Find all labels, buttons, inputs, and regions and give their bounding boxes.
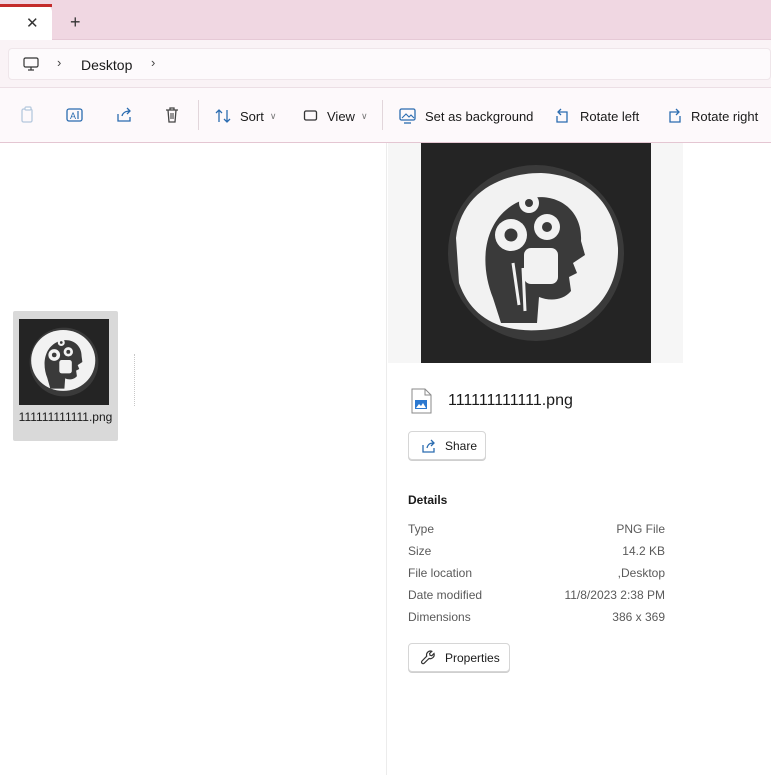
rename-icon[interactable]: A (66, 106, 84, 124)
details-heading: Details (408, 493, 448, 507)
active-tab[interactable]: ✕ (0, 4, 52, 40)
detail-row-size: Size 14.2 KB (408, 544, 665, 562)
breadcrumb-item-desktop[interactable]: Desktop (81, 57, 132, 73)
share-button[interactable]: Share (408, 431, 486, 460)
chevron-down-icon: ∨ (269, 110, 277, 121)
rotate-right-label: Rotate right (691, 108, 759, 124)
new-tab-icon[interactable]: + (70, 13, 81, 31)
chevron-down-icon: ∨ (360, 110, 368, 121)
set-as-background-label: Set as background (425, 108, 534, 124)
share-label: Share (445, 438, 478, 453)
detail-value[interactable]: ,Desktop (618, 566, 665, 580)
detail-value: PNG File (616, 522, 665, 536)
detail-value: 386 x 369 (612, 610, 665, 624)
detail-label: Date modified (408, 588, 483, 602)
toolbar-divider (198, 100, 199, 130)
wrench-icon (420, 650, 435, 665)
file-list-pane[interactable]: 111111111111.png (0, 143, 386, 775)
copy-icon[interactable] (19, 106, 37, 124)
share-icon[interactable] (115, 106, 133, 124)
pc-icon[interactable] (23, 57, 39, 71)
view-label: View (327, 108, 355, 124)
rotate-right-button[interactable]: Rotate right (665, 104, 758, 128)
image-file-icon (411, 388, 432, 414)
rotate-left-icon (556, 108, 568, 123)
detail-label: Size (408, 544, 432, 558)
set-as-background-button[interactable]: Set as background (399, 104, 533, 128)
head-gears-thumbnail-image (19, 319, 109, 405)
sort-label: Sort (240, 108, 264, 124)
command-bar: A Sort ∨ View ∨ Set as background Rotate… (0, 88, 771, 143)
file-item[interactable]: 111111111111.png (13, 311, 118, 441)
preview-file-name: 111111111111.png (448, 392, 573, 409)
pane-divider[interactable] (386, 143, 387, 775)
toolbar-divider (382, 100, 383, 130)
detail-value: 11/8/2023 2:38 PM (564, 588, 665, 602)
head-gears-preview-image (421, 143, 651, 363)
delete-icon[interactable] (163, 106, 181, 124)
properties-button[interactable]: Properties (408, 643, 510, 672)
chevron-right-icon[interactable]: › (151, 55, 155, 70)
file-thumbnail (19, 319, 109, 405)
properties-label: Properties (445, 650, 500, 665)
close-tab-icon[interactable]: ✕ (26, 16, 39, 31)
rotate-right-icon (669, 108, 681, 123)
share-icon (422, 439, 435, 453)
svg-text:A: A (70, 111, 76, 121)
rotate-left-button[interactable]: Rotate left (554, 104, 639, 128)
desktop-background-icon (399, 108, 416, 124)
rotate-left-label: Rotate left (580, 108, 640, 124)
sort-button[interactable]: Sort ∨ (214, 104, 276, 128)
detail-row-dimensions: Dimensions 386 x 369 (408, 610, 665, 628)
selection-marker (134, 354, 136, 406)
chevron-right-icon[interactable]: › (57, 55, 61, 70)
address-bar: › Desktop › (0, 40, 771, 88)
sort-icon (215, 109, 231, 123)
detail-row-date-modified: Date modified 11/8/2023 2:38 PM (408, 588, 665, 606)
preview-image (421, 143, 651, 363)
tab-accent (0, 4, 52, 7)
file-name: 111111111111.png (18, 410, 113, 424)
detail-label: File location (408, 566, 473, 580)
detail-value: 14.2 KB (622, 544, 665, 558)
detail-row-file-location: File location ,Desktop (408, 566, 665, 584)
breadcrumb[interactable]: › Desktop › (8, 48, 771, 80)
detail-label: Type (408, 522, 435, 536)
detail-row-type: Type PNG File (408, 522, 665, 540)
view-icon (303, 110, 318, 121)
title-bar: ✕ + (0, 0, 771, 40)
view-button[interactable]: View ∨ (303, 104, 368, 128)
detail-label: Dimensions (408, 610, 471, 624)
